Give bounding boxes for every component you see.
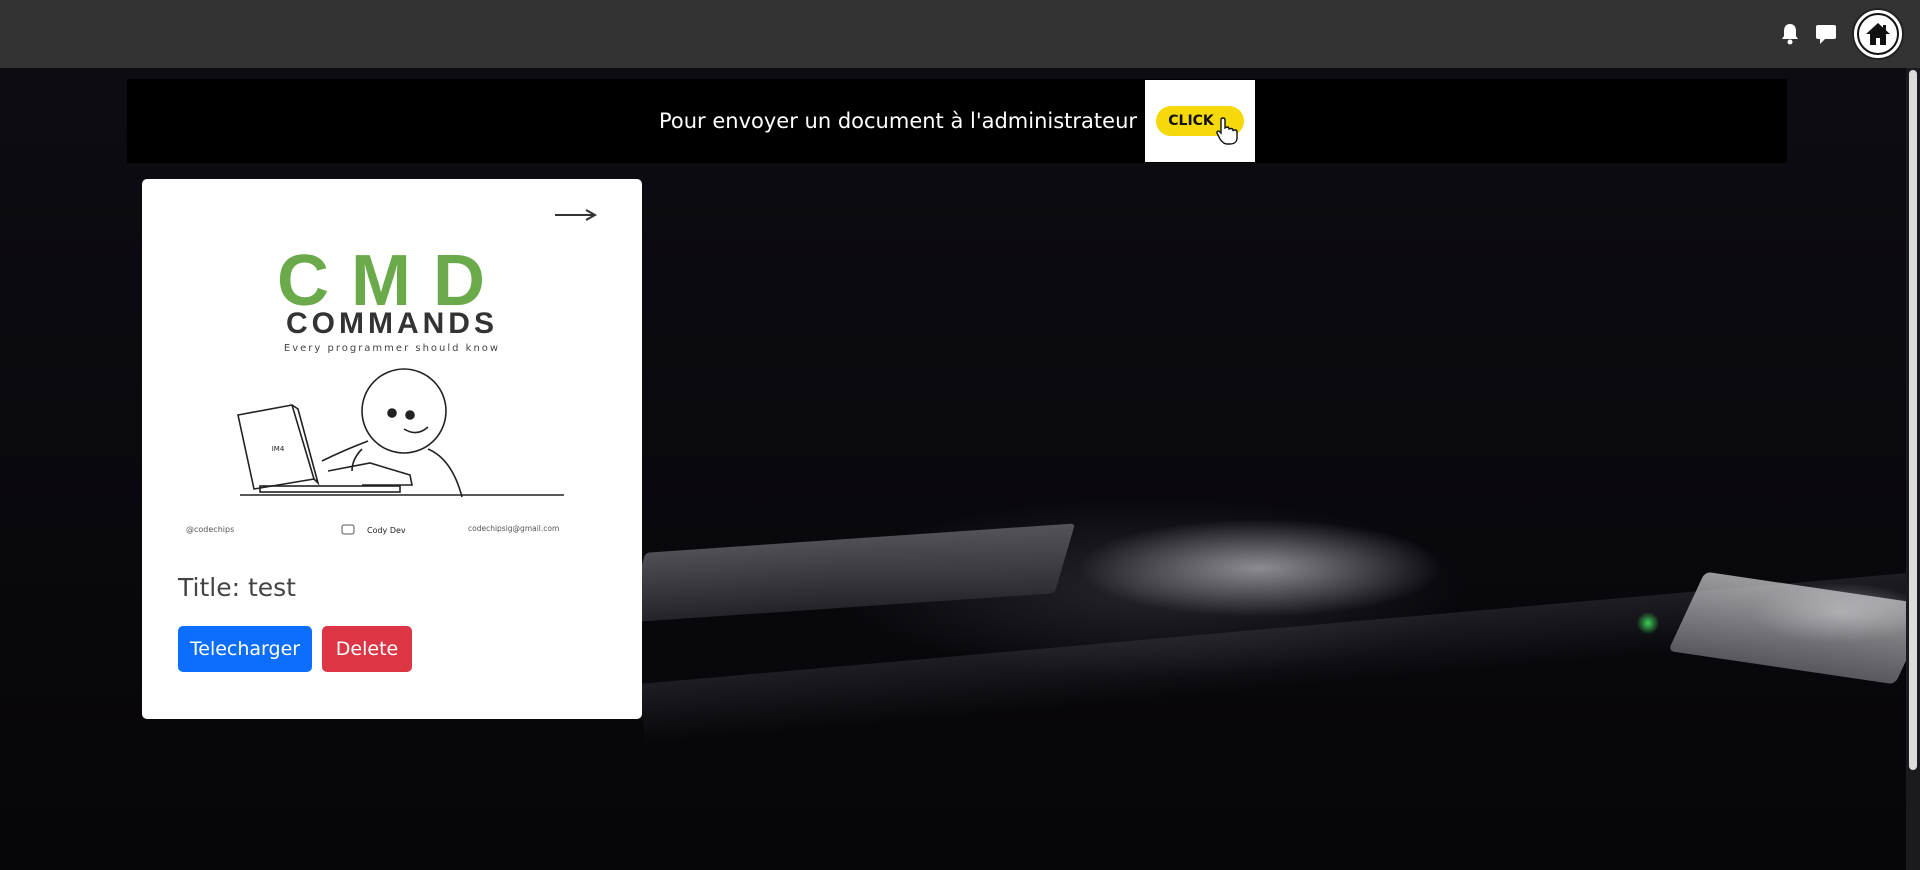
home-icon [1857,13,1899,55]
navbar-icons [1780,8,1904,60]
laptop-left [624,523,1076,623]
cover-channel: Cody Dev [367,526,406,535]
cover-email: codechipsig@gmail.com [468,524,559,533]
click-upload-button[interactable]: CLICK [1145,80,1256,162]
delete-button[interactable]: Delete [322,626,412,672]
cover-illustration [237,368,564,498]
document-title: Title: test [178,573,296,602]
cover-laptop-text: IM4 [272,445,285,453]
scrollbar-thumb[interactable] [1909,70,1917,770]
document-card: CMD COMMANDS Every programmer should kno… [142,179,642,719]
cover-tagline: Every programmer should know [284,343,500,354]
home-button[interactable] [1852,8,1904,60]
cover-handle: @codechips [186,525,234,534]
cover-title-sub: COMMANDS [286,307,498,340]
document-cover-image: CMD COMMANDS Every programmer should kno… [186,209,598,535]
bell-icon[interactable] [1780,23,1800,45]
top-navbar [0,0,1920,68]
cover-youtube-icon [341,524,355,535]
download-button[interactable]: Telecharger [178,626,312,672]
chat-icon[interactable] [1814,23,1838,45]
upload-notice-banner: Pour envoyer un document à l'administrat… [127,79,1787,163]
page-scrollbar[interactable] [1906,68,1920,870]
notice-text: Pour envoyer un document à l'administrat… [658,109,1138,133]
pointer-hand-icon [1216,117,1238,145]
